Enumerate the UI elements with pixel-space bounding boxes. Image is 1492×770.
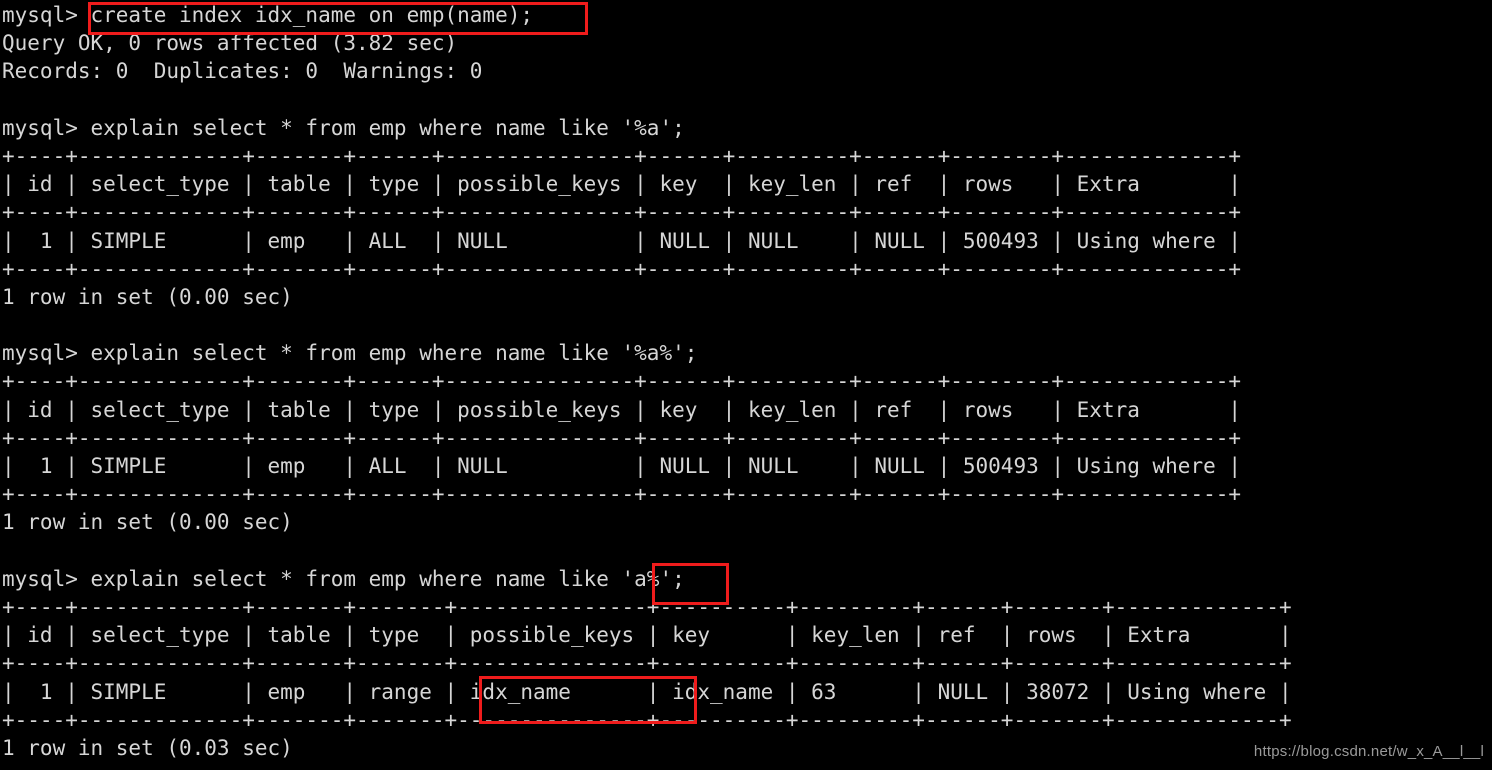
- terminal-line: | id | select_type | table | type | poss…: [2, 623, 1292, 648]
- terminal-line: +----+-------------+-------+-------+----…: [2, 707, 1292, 732]
- terminal-line: +----+-------------+-------+------+-----…: [2, 200, 1242, 225]
- terminal-line: | 1 | SIMPLE | emp | ALL | NULL | NULL |…: [2, 228, 1242, 253]
- terminal-line: +----+-------------+-------+------+-----…: [2, 425, 1242, 450]
- terminal-line: mysql> create index idx_name on emp(name…: [2, 3, 534, 27]
- terminal-line: 1 row in set (0.00 sec): [2, 284, 293, 309]
- terminal-line: | 1 | SIMPLE | emp | ALL | NULL | NULL |…: [2, 454, 1242, 478]
- terminal-line: +----+-------------+-------+-------+----…: [2, 594, 1292, 619]
- terminal-line: +----+-------------+-------+------+-----…: [2, 482, 1242, 507]
- terminal-line: mysql> explain select * from emp where n…: [2, 566, 685, 591]
- mysql-terminal-window: mysql> create index idx_name on emp(name…: [0, 0, 1492, 770]
- terminal-line: mysql> explain select * from emp where n…: [2, 341, 698, 366]
- terminal-line: +----+-------------+-------+------+-----…: [2, 143, 1242, 168]
- terminal-line: | id | select_type | table | type | poss…: [2, 172, 1242, 197]
- terminal-line: +----+-------------+-------+------+-----…: [2, 369, 1242, 394]
- terminal-line: +----+-------------+-------+-------+----…: [2, 651, 1292, 676]
- terminal-line: 1 row in set (0.03 sec): [2, 735, 293, 760]
- terminal-line: Records: 0 Duplicates: 0 Warnings: 0: [2, 59, 483, 84]
- terminal-line: +----+-------------+-------+------+-----…: [2, 256, 1242, 281]
- watermark-url: https://blog.csdn.net/w_x_A__l__l: [1253, 742, 1484, 760]
- terminal-line: | 1 | SIMPLE | emp | range | idx_name | …: [2, 679, 1292, 704]
- terminal-line: 1 row in set (0.00 sec): [2, 510, 293, 535]
- terminal-line: | id | select_type | table | type | poss…: [2, 397, 1242, 422]
- terminal-line: Query OK, 0 rows affected (3.82 sec): [2, 31, 458, 56]
- terminal-line: mysql> explain select * from emp where n…: [2, 115, 685, 140]
- terminal-output: mysql> create index idx_name on emp(name…: [2, 1, 1292, 762]
